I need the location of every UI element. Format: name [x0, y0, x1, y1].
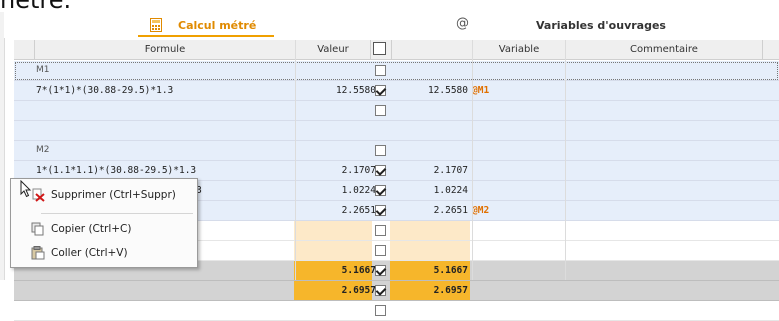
- value-cell: 2.2651: [341, 205, 376, 216]
- mouse-pointer-icon: [20, 180, 32, 198]
- row-checkbox[interactable]: [375, 305, 386, 316]
- menu-item-coller[interactable]: Coller (Ctrl+V): [11, 241, 197, 265]
- active-tab-indicator: [138, 35, 274, 37]
- column-divider: [565, 40, 566, 280]
- at-sign-icon: @: [456, 16, 469, 31]
- header-valeur[interactable]: Valeur: [296, 40, 371, 59]
- variable-cell[interactable]: @M1: [472, 81, 552, 100]
- header-formule[interactable]: Formule: [35, 40, 296, 59]
- value-cell-highlight: [294, 241, 372, 260]
- row-checkbox[interactable]: [375, 165, 386, 176]
- table-row[interactable]: 7*(1*1)*(30.88-29.5)*1.3 12.5580 12.5580…: [14, 81, 779, 101]
- left-edge-bar: [0, 12, 5, 280]
- computed-value-cell: 2.1707: [433, 165, 468, 176]
- menu-item-label: Coller (Ctrl+V): [51, 247, 128, 259]
- menu-separator: [41, 213, 193, 214]
- menu-item-label: Supprimer (Ctrl+Suppr): [51, 189, 176, 201]
- table-row[interactable]: M2: [14, 141, 779, 161]
- tab-calcul-metre-label: Calcul métré: [178, 18, 257, 32]
- formula-cell[interactable]: 7*(1*1)*(30.88-29.5)*1.3: [36, 81, 301, 100]
- row-checkbox[interactable]: [375, 85, 386, 96]
- menu-item-copier[interactable]: Copier (Ctrl+C): [11, 217, 197, 241]
- menu-item-supprimer[interactable]: Supprimer (Ctrl+Suppr): [11, 183, 197, 207]
- row-checkbox[interactable]: [375, 285, 386, 296]
- sum-computed-cell: 5.1667: [433, 265, 468, 276]
- sum-value-cell: 2.6957: [341, 285, 376, 296]
- variable-cell[interactable]: @M2: [472, 201, 552, 220]
- row-checkbox[interactable]: [375, 185, 386, 196]
- row-checkbox[interactable]: [375, 265, 386, 276]
- value-cell-highlight: [294, 221, 372, 240]
- delete-icon: [32, 188, 45, 202]
- menu-item-label: Copier (Ctrl+C): [51, 223, 132, 235]
- row-checkbox[interactable]: [375, 145, 386, 156]
- computed-value-cell: 12.5580: [427, 85, 468, 96]
- header-checkbox-col[interactable]: [371, 40, 392, 59]
- table-row[interactable]: [14, 101, 779, 121]
- header-value2: [392, 40, 473, 59]
- calculator-icon: [150, 18, 162, 32]
- row-checkbox[interactable]: [375, 65, 386, 76]
- value-cell: 12.5580: [335, 85, 376, 96]
- grid-header: Formule Valeur Variable Commentaire: [14, 40, 779, 60]
- computed-value-cell: 2.2651: [433, 205, 468, 216]
- tab-variables-ouvrages-label: Variables d'ouvrages: [536, 18, 666, 32]
- row-checkbox[interactable]: [375, 225, 386, 236]
- tab-calcul-metre[interactable]: Calcul métré: [138, 12, 274, 38]
- tab-variables-ouvrages[interactable]: @ Variables d'ouvrages: [456, 12, 676, 38]
- column-divider: [472, 40, 473, 280]
- computed-value-highlight: [390, 221, 470, 240]
- copy-icon: [31, 222, 44, 236]
- row-checkbox[interactable]: [375, 105, 386, 116]
- value-cell: 2.1707: [341, 165, 376, 176]
- sum-value-cell: 5.1667: [341, 265, 376, 276]
- sum-computed-cell: 2.6957: [433, 285, 468, 296]
- context-menu: Supprimer (Ctrl+Suppr) Copier (Ctrl+C) C…: [10, 178, 198, 268]
- header-row-selector: [14, 40, 35, 59]
- header-commentaire[interactable]: Commentaire: [566, 40, 763, 59]
- group-label: M2: [36, 145, 50, 155]
- table-row[interactable]: [14, 301, 779, 321]
- table-row[interactable]: M1: [14, 61, 779, 81]
- computed-value-highlight: [390, 241, 470, 260]
- row-checkbox[interactable]: [375, 245, 386, 256]
- tab-bar: Calcul métré @ Variables d'ouvrages: [4, 12, 779, 38]
- header-select-all-checkbox[interactable]: [373, 42, 386, 55]
- row-checkbox[interactable]: [375, 205, 386, 216]
- group-label: M1: [36, 65, 50, 75]
- paste-icon: [31, 246, 45, 260]
- value-cell: 1.0224: [341, 185, 376, 196]
- table-row[interactable]: 2.6957 2.6957: [14, 281, 779, 301]
- table-row[interactable]: [14, 121, 779, 141]
- header-variable[interactable]: Variable: [473, 40, 566, 59]
- computed-value-cell: 1.0224: [433, 185, 468, 196]
- column-divider: [295, 40, 296, 280]
